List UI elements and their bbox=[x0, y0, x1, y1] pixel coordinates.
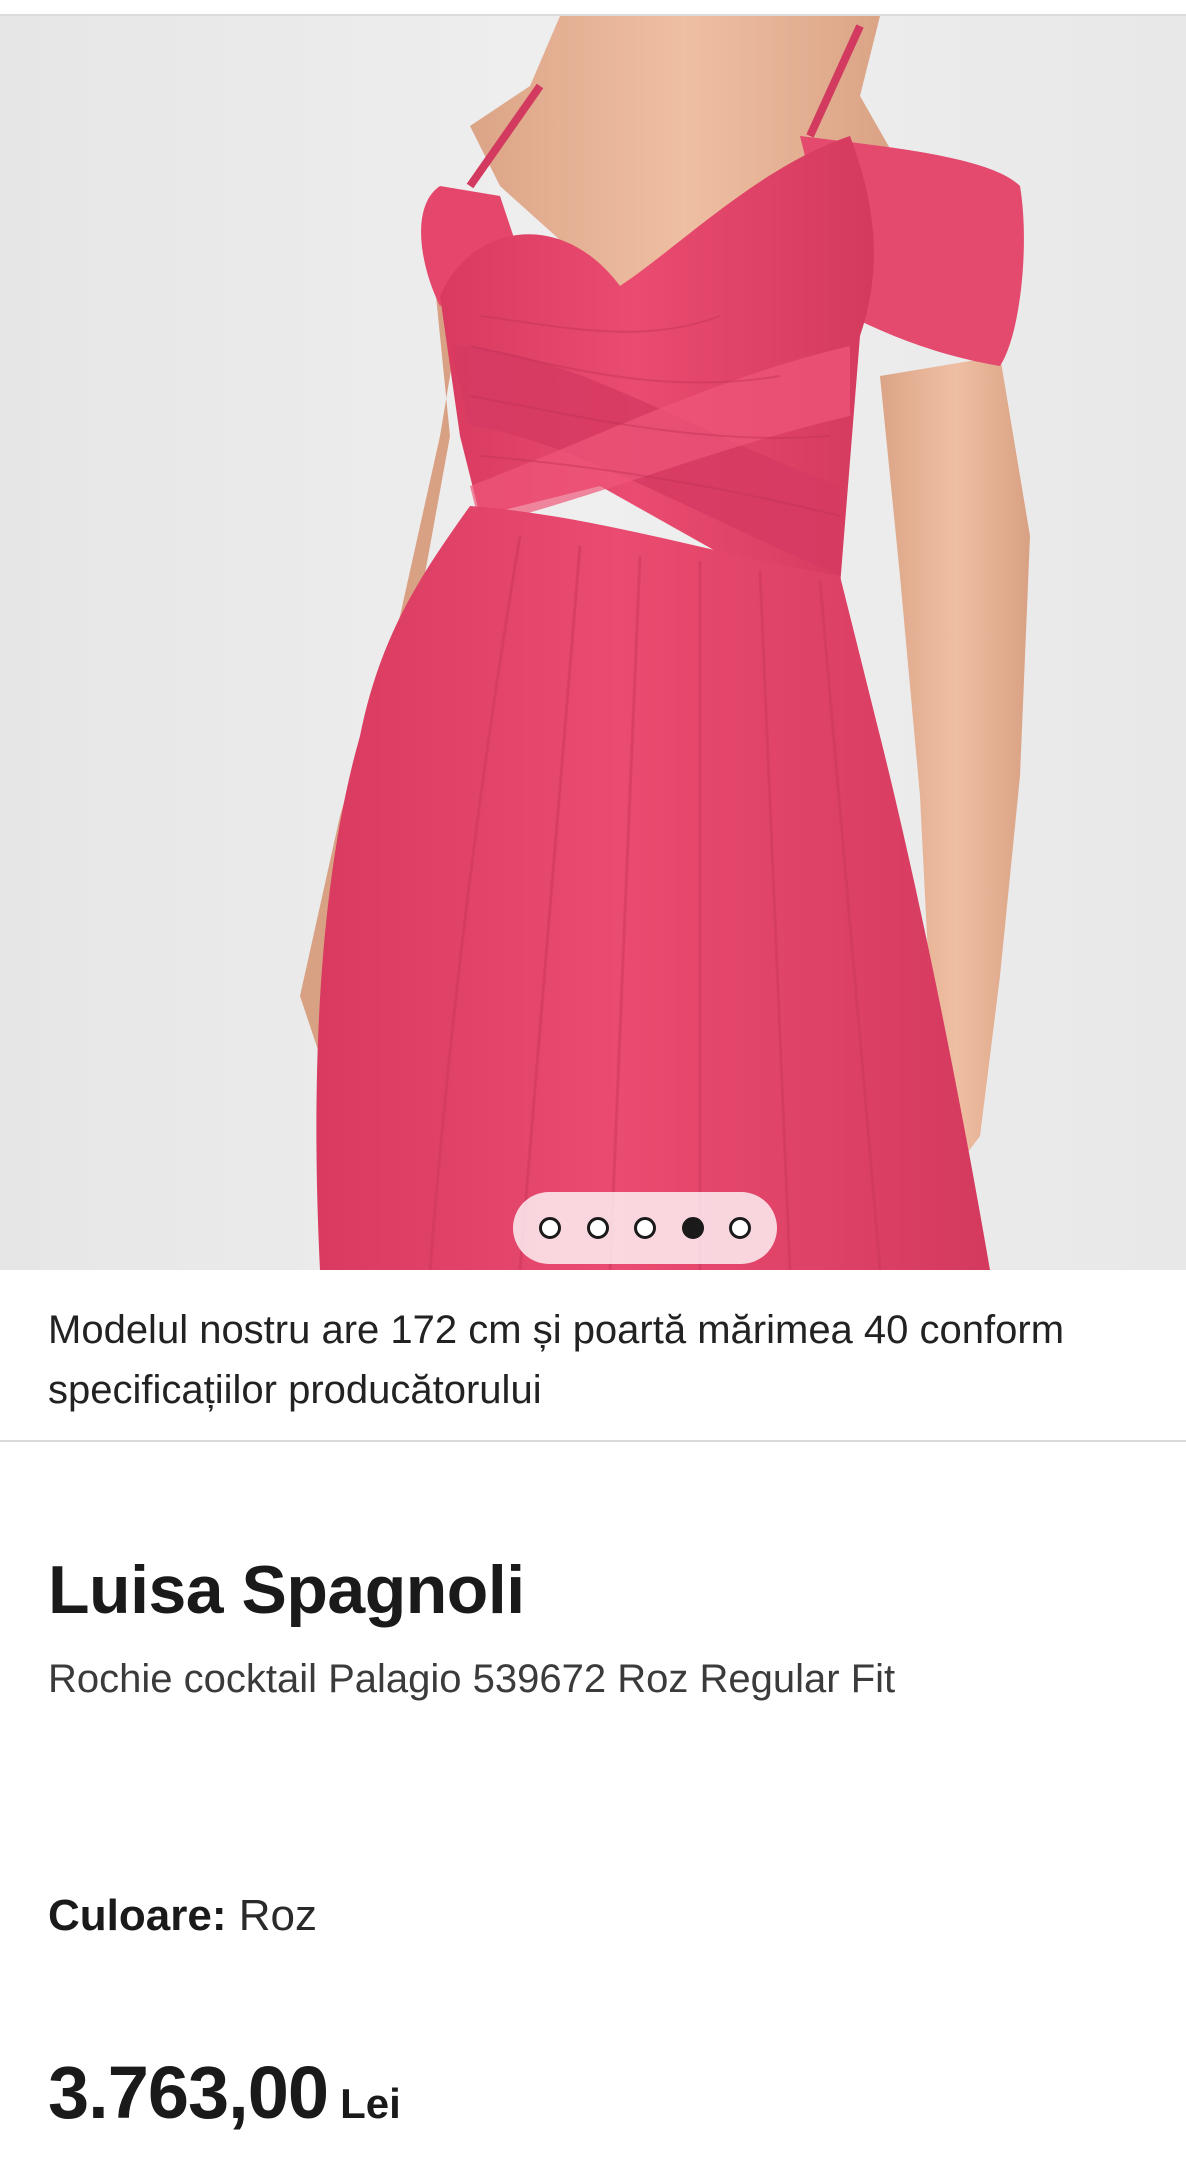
gallery-dot-3[interactable] bbox=[634, 1217, 656, 1239]
section-divider bbox=[0, 1440, 1186, 1442]
product-page: Modelul nostru are 172 cm și poartă mări… bbox=[0, 0, 1186, 2173]
color-info: Culoare: Roz bbox=[48, 1888, 317, 1944]
gallery-dot-2[interactable] bbox=[586, 1217, 609, 1239]
product-image-gallery[interactable] bbox=[0, 16, 1186, 1270]
gallery-pagination bbox=[513, 1192, 777, 1264]
color-value: Roz bbox=[238, 1891, 317, 1940]
price-value: 3.763,00 bbox=[48, 2051, 329, 2134]
product-photo bbox=[0, 16, 1186, 1270]
price-currency: Lei bbox=[340, 2080, 401, 2127]
gallery-dot-1[interactable] bbox=[539, 1217, 561, 1239]
model-size-note: Modelul nostru are 172 cm și poartă mări… bbox=[48, 1308, 1065, 1412]
gallery-dot-4-active[interactable] bbox=[681, 1217, 704, 1239]
color-label: Culoare: bbox=[48, 1891, 227, 1940]
product-title: Rochie cocktail Palagio 539672 Roz Regul… bbox=[48, 1657, 896, 1701]
gallery-dot-5[interactable] bbox=[729, 1217, 751, 1239]
price: 3.763,00 Lei bbox=[48, 2050, 401, 2135]
brand-name[interactable]: Luisa Spagnoli bbox=[48, 1550, 525, 1630]
